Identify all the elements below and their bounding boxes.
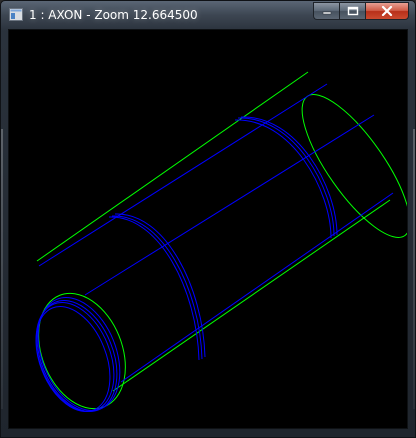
minimize-button[interactable]: [313, 2, 339, 20]
window-border-left: [1, 129, 3, 409]
close-icon: [381, 6, 393, 16]
axon-3d-viewport[interactable]: [9, 30, 407, 428]
application-window: 1 : AXON - Zoom 12.664500: [0, 0, 416, 438]
minimize-icon: [322, 11, 331, 15]
maximize-icon: [347, 6, 358, 16]
app-window-icon[interactable]: [9, 8, 23, 21]
maximize-button[interactable]: [339, 2, 365, 20]
window-title: 1 : AXON - Zoom 12.664500: [29, 8, 198, 22]
window-controls: [313, 2, 409, 21]
window-border-right: [413, 129, 415, 409]
close-button[interactable]: [365, 2, 409, 20]
title-bar[interactable]: 1 : AXON - Zoom 12.664500: [1, 1, 415, 29]
viewport-frame: [8, 29, 408, 429]
